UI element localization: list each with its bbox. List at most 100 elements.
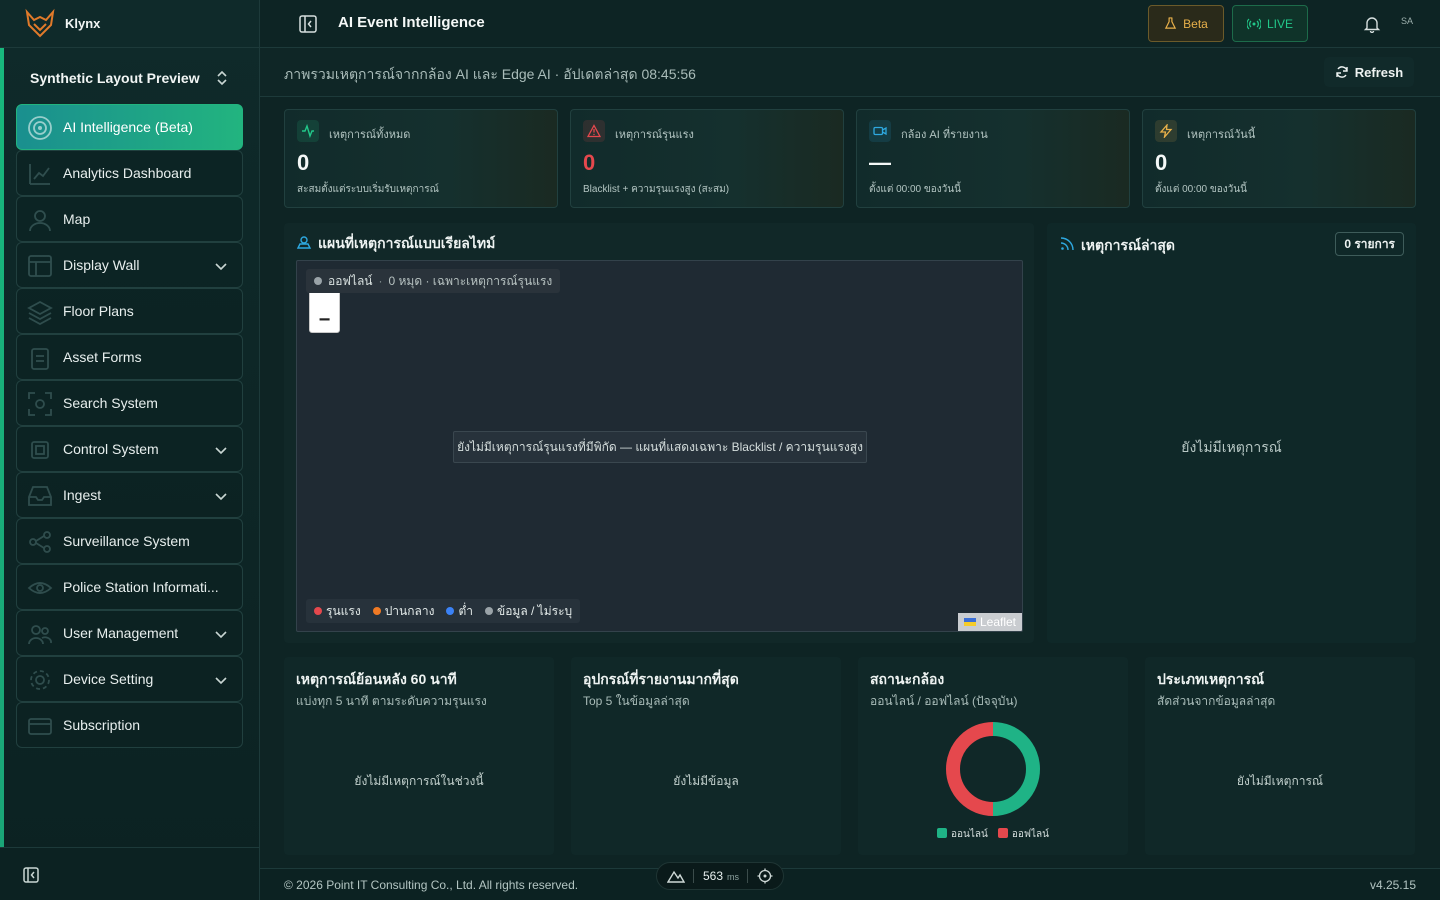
sidebar-item-label: Surveillance System — [63, 533, 190, 549]
sidebar-item-label: Map — [63, 211, 91, 227]
map-canvas[interactable]: − ออฟไลน์ · 0 หมุด · เฉพาะเหตุการณ์รุนแร… — [296, 260, 1023, 632]
chevron-down-icon — [215, 677, 227, 685]
timeline-card: เหตุการณ์ย้อนหลัง 60 นาที แบ่งทุก 5 นาที… — [284, 657, 554, 855]
stat-label: เหตุการณ์ทั้งหมด — [329, 129, 411, 141]
stat-subtext: Blacklist + ความรุนแรงสูง (สะสม) — [583, 184, 730, 195]
latency-value: 563 — [702, 869, 723, 883]
sidebar-item-map[interactable]: Map — [16, 196, 243, 242]
sidebar-item-control-system[interactable]: Control System — [16, 426, 243, 472]
zoom-out-button[interactable]: − — [310, 308, 339, 332]
activity-icon — [302, 124, 314, 138]
legend-label: รุนแรง — [326, 603, 361, 618]
refresh-icon — [1336, 66, 1348, 78]
legend-dot — [446, 607, 455, 615]
fox-logo-icon — [25, 8, 55, 37]
legend-item: รุนแรง — [314, 602, 361, 621]
legend-label: ต่ำ — [458, 603, 473, 618]
clipboard-icon — [31, 348, 49, 370]
main-content: เหตุการณ์ทั้งหมด 0 สะสมตั้งแต่ระบบเริ่มรับ… — [260, 97, 1440, 868]
map-status-online: ออฟไลน์ — [328, 273, 373, 288]
legend-label: ปานกลาง — [384, 603, 435, 618]
network-icon — [29, 531, 51, 553]
card-icon — [28, 718, 52, 735]
stat-icon-box — [869, 120, 891, 142]
sidebar-item-label: User Management — [63, 625, 179, 641]
gear-icon — [30, 670, 50, 690]
sidebar-collapse-icon[interactable] — [22, 866, 40, 884]
sidebar-item-search-system[interactable]: Search System — [16, 380, 243, 426]
event-types-card-title: ประเภทเหตุการณ์ — [1157, 671, 1265, 687]
legend-online-swatch — [937, 828, 948, 838]
rss-icon — [1060, 237, 1074, 251]
legend-item: ต่ำ — [446, 602, 473, 621]
stat-card: เหตุการณ์รุนแรง 0 Blacklist + ความรุนแรงสู… — [570, 109, 844, 208]
live-button[interactable]: LIVE — [1232, 5, 1308, 42]
subheader: ภาพรวมเหตุการณ์จากกล้อง AI และ Edge AI ·… — [260, 48, 1440, 97]
sidebar-item-floor-plans[interactable]: Floor Plans — [16, 288, 243, 334]
cpu-icon — [31, 441, 49, 459]
zoom-control: − — [309, 287, 340, 333]
sidebar-item-police-station-informati[interactable]: Police Station Informati... — [16, 564, 243, 610]
top-devices-card: อุปกรณ์ที่รายงานมากที่สุด Top 5 ในข้อมูล… — [571, 657, 841, 855]
sidebar-item-display-wall[interactable]: Display Wall — [16, 242, 243, 288]
page-title: AI Event Intelligence — [338, 14, 485, 31]
sidebar-item-label: Search System — [63, 395, 158, 411]
flask-icon — [1165, 17, 1177, 29]
refresh-label: Refresh — [1354, 64, 1404, 80]
sidebar-item-label: Floor Plans — [63, 303, 134, 319]
mountain-icon — [667, 870, 685, 883]
refresh-button[interactable]: Refresh — [1324, 57, 1414, 87]
camera-status-donut — [946, 722, 1040, 816]
timeline-card-title: เหตุการณ์ย้อนหลัง 60 นาที — [296, 671, 457, 687]
latency: 563 ms — [703, 869, 739, 883]
stat-subtext: สะสมตั้งแต่ระบบเริ่มรับเหตุการณ์ — [297, 184, 439, 195]
beta-button[interactable]: Beta — [1148, 5, 1224, 42]
timeline-card-subtitle: แบ่งทุก 5 นาที ตามระดับความรุนแรง — [296, 694, 487, 708]
crosshair-icon[interactable] — [757, 868, 773, 884]
brand[interactable]: Klynx — [0, 0, 259, 48]
events-panel-title: เหตุการณ์ล่าสุด — [1081, 237, 1176, 253]
sidebar-item-ai-intelligence-beta[interactable]: AI Intelligence (Beta) — [16, 104, 243, 150]
legend-online-label: ออนไลน์ — [951, 829, 988, 840]
layers-icon — [27, 300, 53, 325]
camera-status-card-subtitle: ออนไลน์ / ออฟไลน์ (ปัจจุบัน) — [870, 694, 1018, 708]
avatar[interactable]: SA — [1401, 16, 1413, 26]
sidebar-item-surveillance-system[interactable]: Surveillance System — [16, 518, 243, 564]
bell-icon[interactable] — [1363, 15, 1381, 33]
chevron-down-icon — [215, 447, 227, 455]
stat-value: 0 — [583, 150, 596, 175]
sidebar-item-device-setting[interactable]: Device Setting — [16, 656, 243, 702]
map-legend: รุนแรง ปานกลาง ต่ำ ข้อมูล / ไม่ระบุ — [306, 599, 581, 623]
stat-card: เหตุการณ์วันนี้ 0 ตั้งแต่ 00:00 ของวันนี้ — [1142, 109, 1416, 208]
stat-value: — — [869, 150, 891, 175]
sidebar-item-ingest[interactable]: Ingest — [16, 472, 243, 518]
top-devices-card-title: อุปกรณ์ที่รายงานมากที่สุด — [583, 671, 739, 687]
broadcast-icon — [1246, 18, 1261, 29]
sidebar-item-asset-forms[interactable]: Asset Forms — [16, 334, 243, 380]
leaflet-attribution[interactable]: Leaflet — [957, 613, 1022, 631]
performance-widget[interactable]: 563 ms — [656, 862, 784, 890]
stat-value: 0 — [1155, 150, 1168, 175]
footer: © 2026 Point IT Consulting Co., Ltd. All… — [260, 868, 1440, 900]
flag-icon — [963, 618, 976, 626]
map-person-icon — [296, 236, 312, 249]
panel-toggle-icon[interactable] — [298, 14, 318, 34]
top-devices-card-empty: ยังไม่มีข้อมูล — [673, 774, 739, 788]
sidebar-item-subscription[interactable]: Subscription — [16, 702, 243, 748]
sidebar-item-label: Subscription — [63, 717, 141, 733]
chevron-down-icon — [215, 493, 227, 501]
recent-events-panel: เหตุการณ์ล่าสุด 0 รายการ ยังไม่มีเหตุการ… — [1047, 223, 1416, 643]
perf-separator — [693, 869, 695, 883]
sidebar-item-label: Analytics Dashboard — [63, 165, 192, 181]
legend-dot — [485, 607, 493, 615]
perf-separator-2 — [747, 869, 749, 883]
sidebar-item-label: Control System — [63, 441, 159, 457]
map-status: ออฟไลน์ · 0 หมุด · เฉพาะเหตุการณ์รุนแรง — [306, 269, 561, 293]
workspace-switcher[interactable]: Synthetic Layout Preview — [16, 58, 243, 98]
sidebar-item-user-management[interactable]: User Management — [16, 610, 243, 656]
bolt-icon — [1159, 124, 1173, 138]
events-empty-message: ยังไม่มีเหตุการณ์ — [1181, 439, 1282, 455]
donut-slice-0 — [992, 722, 1040, 816]
sidebar-item-analytics-dashboard[interactable]: Analytics Dashboard — [16, 150, 243, 196]
stat-card: เหตุการณ์ทั้งหมด 0 สะสมตั้งแต่ระบบเริ่มรับ… — [284, 109, 558, 208]
